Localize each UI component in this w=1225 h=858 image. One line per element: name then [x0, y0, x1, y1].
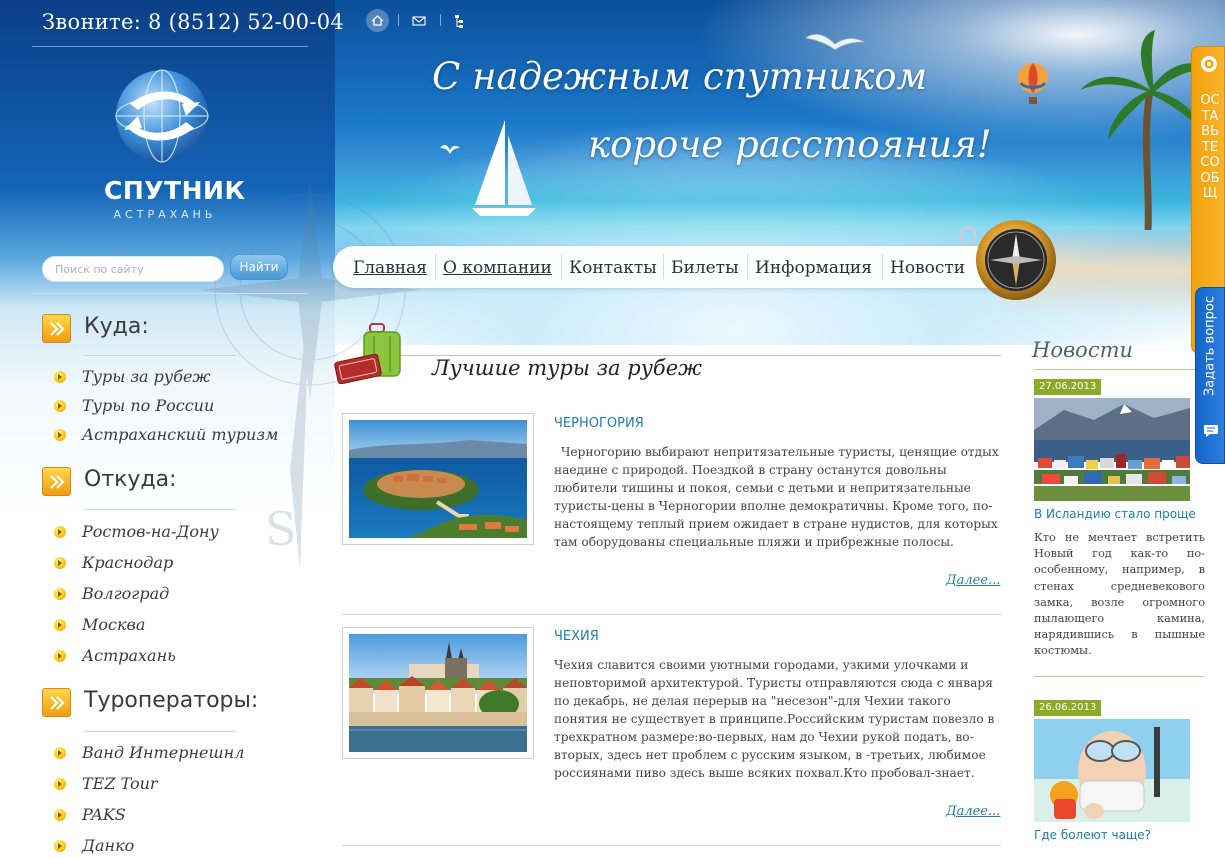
tour-photo-montenegro[interactable] — [342, 413, 534, 545]
bullet-arrow-icon — [54, 429, 66, 441]
globe-icon — [115, 69, 209, 163]
tour-description-czech: Чехия славится своими уютными городами, … — [554, 658, 995, 780]
bullet-arrow-icon — [54, 371, 66, 383]
bullet-arrow-icon — [54, 747, 66, 759]
slogan-line-1: С надежным спутником — [432, 55, 928, 98]
search-input[interactable] — [42, 256, 224, 282]
sidebar-link[interactable]: Ростов-на-Дону — [82, 522, 219, 541]
section-divider — [84, 509, 236, 510]
section-divider — [84, 355, 236, 356]
sidebar-link[interactable]: Туры по России — [82, 396, 214, 415]
bullet-arrow-icon — [54, 809, 66, 821]
phone-divider — [32, 46, 308, 47]
news-photo-sick[interactable] — [1034, 719, 1190, 822]
main-navigation: Главная О компании Контакты Билеты Инфор… — [333, 246, 1025, 288]
sidebar-link[interactable]: TEZ Tour — [82, 774, 158, 793]
logo-subtitle: АСТРАХАНЬ — [113, 208, 217, 221]
sidebar-section-title: Куда: — [84, 314, 149, 339]
compass-icon — [959, 220, 1056, 300]
nav-item-about[interactable]: О компании — [443, 258, 552, 278]
nav-separator — [561, 254, 562, 280]
seagull-decoration — [805, 33, 865, 51]
sidebar-link[interactable]: Волгоград — [82, 584, 169, 603]
sidebar-section-title: Откуда: — [84, 467, 177, 492]
chat-icon — [1201, 56, 1217, 72]
more-link-czech[interactable]: Далее... — [946, 804, 1000, 819]
nav-item-home[interactable]: Главная — [353, 258, 427, 278]
phone-number: Звоните: 8 (8512) 52-00-04 — [42, 10, 345, 34]
news-title-iceland[interactable]: В Исландию стало проще — [1034, 507, 1196, 521]
sidebar-link[interactable]: PAKS — [82, 805, 126, 824]
diver-photo — [1034, 719, 1190, 822]
sidebar-link[interactable]: Астраханский туризм — [82, 425, 278, 444]
nav-item-info[interactable]: Информация — [755, 258, 872, 278]
mail-icon[interactable] — [407, 9, 430, 32]
tour-description-montenegro: Черногорию выбирают непритязательные тур… — [554, 445, 999, 549]
tour-divider — [342, 845, 1001, 846]
logo[interactable]: СПУТНИК АСТРАХАНЬ — [104, 66, 246, 226]
tour-title-montenegro[interactable]: ЧЕРНОГОРИЯ — [554, 416, 644, 431]
search-divider — [32, 293, 308, 294]
sitemap-icon[interactable] — [449, 9, 472, 32]
more-link-montenegro[interactable]: Далее... — [946, 573, 1000, 588]
double-chevron-icon — [42, 688, 71, 717]
slogan-line-2: короче расстояния! — [588, 123, 992, 166]
logo-title: СПУТНИК — [104, 176, 246, 205]
nav-item-news[interactable]: Новости — [890, 258, 965, 278]
news-divider — [1034, 676, 1205, 677]
sidebar-link[interactable]: Туры за рубеж — [82, 367, 211, 386]
montenegro-photo — [349, 420, 527, 538]
icon-separator — [440, 14, 441, 26]
news-title-sick[interactable]: Где болеют чаще? — [1034, 828, 1151, 842]
bullet-arrow-icon — [54, 526, 66, 538]
bullet-arrow-icon — [54, 619, 66, 631]
bullet-arrow-icon — [54, 778, 66, 790]
nav-separator — [435, 254, 436, 280]
speech-bubble-icon — [1204, 425, 1218, 437]
sidebar-link[interactable]: Ванд Интернешнл — [82, 743, 244, 762]
news-date-badge: 27.06.2013 — [1034, 379, 1102, 395]
home-icon[interactable] — [366, 9, 389, 32]
news-photo-iceland[interactable] — [1034, 398, 1190, 501]
tour-photo-czech[interactable] — [342, 627, 534, 759]
bullet-arrow-icon — [54, 650, 66, 662]
sailboat-decoration — [472, 120, 536, 216]
news-section-title: Новости — [1032, 338, 1134, 362]
nav-separator — [882, 254, 883, 280]
news-divider — [1034, 369, 1205, 370]
nav-separator — [747, 254, 748, 280]
search-button[interactable]: Найти — [230, 254, 288, 280]
double-chevron-icon — [42, 467, 71, 496]
news-text-sick — [1034, 851, 1205, 858]
news-text-iceland: Кто не мечтает встретить Новый год как-т… — [1034, 531, 1205, 658]
bullet-arrow-icon — [54, 557, 66, 569]
ask-question-tab[interactable]: Задать вопрос — [1195, 287, 1225, 464]
sidebar-link[interactable]: Краснодар — [82, 553, 173, 572]
bullet-arrow-icon — [54, 400, 66, 412]
ask-question-label: Задать вопрос — [1202, 296, 1218, 397]
balloon-decoration — [1018, 63, 1048, 104]
main-section-title: Лучшие туры за рубеж — [432, 356, 702, 380]
tour-divider — [342, 614, 1001, 615]
sidebar-section-title: Туроператоры: — [84, 688, 259, 713]
tour-title-czech[interactable]: ЧЕХИЯ — [554, 629, 599, 644]
section-divider — [84, 731, 236, 732]
nav-separator — [663, 254, 664, 280]
prague-photo — [349, 634, 527, 752]
icon-separator — [398, 14, 399, 26]
iceland-photo — [1034, 398, 1190, 501]
double-chevron-icon — [42, 314, 71, 343]
bullet-arrow-icon — [54, 840, 66, 852]
nav-item-contacts[interactable]: Контакты — [569, 258, 657, 278]
sidebar-link[interactable]: Астрахань — [82, 646, 176, 665]
seagull-small-decoration — [440, 144, 460, 154]
bullet-arrow-icon — [54, 588, 66, 600]
news-date-badge: 26.06.2013 — [1034, 700, 1102, 716]
luggage-passport-icon — [334, 323, 401, 384]
sidebar-link[interactable]: Москва — [82, 615, 145, 634]
leave-message-label: ОСТАВЬТЕ СООБЩ — [1200, 93, 1220, 201]
svg-text:S: S — [265, 502, 297, 556]
sidebar-link[interactable]: Данко — [82, 836, 134, 855]
nav-item-tickets[interactable]: Билеты — [671, 258, 739, 278]
